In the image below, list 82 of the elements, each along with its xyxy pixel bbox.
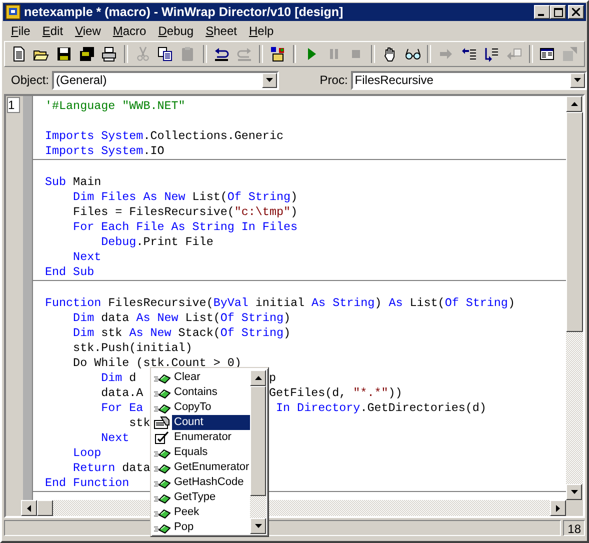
completion-item[interactable]: GetType <box>153 490 250 505</box>
menu-item[interactable]: Help <box>242 24 280 38</box>
menu-item[interactable]: Macro <box>106 24 152 38</box>
code-line: Function FilesRecursive(ByVal initial As String) As List(Of String) <box>45 296 515 310</box>
scroll-down-icon[interactable] <box>566 484 582 500</box>
menu-item[interactable]: File <box>5 24 36 38</box>
proc-label: Proc: <box>320 73 348 87</box>
object-label: Object: <box>11 73 50 87</box>
code-line: End Function <box>45 476 130 490</box>
scroll-left-icon[interactable] <box>21 500 37 516</box>
menu-item[interactable]: Sheet <box>200 24 243 38</box>
code-line: Imports System.Collections.Generic <box>45 129 284 143</box>
page-icon <box>10 46 27 62</box>
window-title: netexample * (macro) - WinWrap Director/v10 [design] <box>24 5 344 19</box>
completion-item[interactable]: Enumerator <box>153 430 250 445</box>
code-line: Return data <box>72 461 150 475</box>
maximize-button[interactable] <box>550 5 566 19</box>
code-line: Debug.Print File <box>100 235 214 249</box>
code-line: For Each File As String In Files <box>72 220 298 234</box>
code-line: Dim Files As New List(Of String) <box>72 190 298 204</box>
completion-item[interactable]: Equals <box>153 445 250 460</box>
close-button[interactable] <box>568 5 584 19</box>
code-line: Imports System.IO <box>45 144 164 158</box>
glasses-icon <box>404 46 421 62</box>
scrollbar[interactable] <box>250 370 266 534</box>
completion-item[interactable]: GetHashCode <box>153 475 250 490</box>
code-line: Next <box>72 250 102 264</box>
step-out-icon <box>506 46 522 62</box>
tick-box-icon <box>153 430 171 444</box>
scroll-thumb[interactable] <box>37 500 53 516</box>
code-line: GetFiles(d, "*.*")) <box>269 386 402 401</box>
completion-item[interactable]: Peek <box>153 505 250 520</box>
code-line: Files = FilesRecursive("c:\tmp") <box>72 205 298 219</box>
scroll-thumb[interactable] <box>250 386 266 496</box>
maximize-icon <box>554 8 562 16</box>
card-icon <box>153 416 171 430</box>
code-line: In Directory.GetDirectories(d) <box>275 401 486 416</box>
completion-item[interactable]: Contains <box>153 385 250 400</box>
menu-item[interactable]: Debug <box>152 24 200 38</box>
step-into-icon <box>460 46 477 62</box>
completion-item[interactable]: Pop <box>153 520 250 534</box>
step-over-icon <box>483 46 500 62</box>
proc-dropdown[interactable]: FilesRecursive <box>350 70 587 90</box>
scroll-up-icon[interactable] <box>566 96 582 112</box>
printer-icon <box>101 46 118 62</box>
copy-icon <box>157 46 174 62</box>
code-line: Dim data As New List(Of String) <box>72 311 291 325</box>
completion-item[interactable]: Clear <box>153 370 250 385</box>
properties-icon <box>562 46 578 62</box>
arrow-icon <box>438 46 454 62</box>
code-line: stk <box>128 416 150 430</box>
code-line: p <box>269 371 276 386</box>
code-line: '#Language "WWB.NET" <box>45 99 186 113</box>
minimize-button[interactable] <box>534 5 550 19</box>
scroll-right-icon[interactable] <box>550 500 566 516</box>
disks-icon <box>78 46 95 62</box>
line-number: 1 <box>7 97 20 113</box>
code-line: End Sub <box>45 265 94 279</box>
scissors-icon <box>134 46 151 62</box>
code-line: For Ea <box>100 401 144 415</box>
code-line: stk.Push(initial) <box>72 341 192 355</box>
window-icon <box>539 46 556 62</box>
code-line: Dim d <box>100 371 136 385</box>
code-line: Dim stk As New Stack(Of String) <box>72 326 291 340</box>
scroll-down-icon[interactable] <box>250 518 266 534</box>
object-dropdown[interactable]: (General) <box>52 70 279 90</box>
completion-item[interactable]: GetEnumerator <box>153 460 250 475</box>
undo-icon <box>214 46 230 62</box>
menu-item[interactable]: Edit <box>36 24 70 38</box>
code-line: Next <box>100 431 130 445</box>
status-panel: 18 <box>563 520 585 536</box>
menu-item[interactable]: View <box>69 24 107 38</box>
scroll-thumb[interactable] <box>566 112 583 332</box>
completion-item[interactable]: CopyTo <box>153 400 250 415</box>
scroll-up-icon[interactable] <box>250 370 266 386</box>
code-line: data.A <box>100 386 144 400</box>
code-line: Loop <box>72 446 102 460</box>
code-line: Sub Main <box>45 175 102 189</box>
shapes-icon <box>270 46 286 62</box>
redo-icon <box>236 46 252 62</box>
close-icon <box>572 8 580 16</box>
app-icon <box>5 4 21 20</box>
